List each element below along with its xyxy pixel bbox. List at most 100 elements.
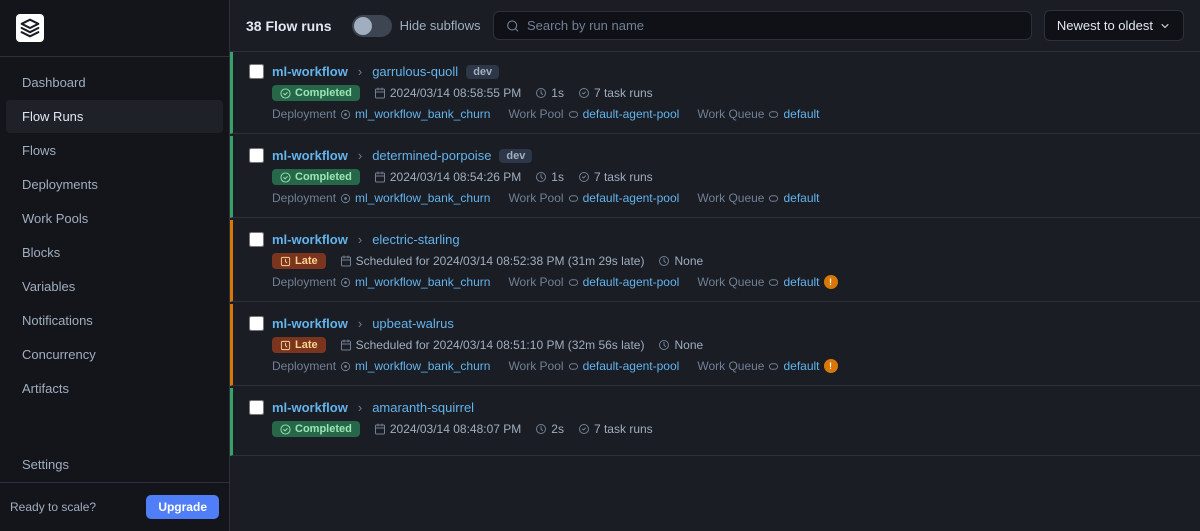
calendar-icon bbox=[340, 339, 352, 351]
search-box bbox=[493, 11, 1032, 40]
run-flow-name[interactable]: ml-workflow bbox=[272, 400, 348, 415]
search-input[interactable] bbox=[527, 18, 1019, 33]
pool-icon bbox=[568, 277, 579, 288]
pool-value[interactable]: default-agent-pool bbox=[583, 275, 680, 289]
queue-value[interactable]: default bbox=[783, 107, 819, 121]
queue-label: Work Queue bbox=[697, 359, 764, 373]
run-status-badge: Completed bbox=[272, 421, 360, 437]
sort-dropdown[interactable]: Newest to oldest bbox=[1044, 10, 1184, 41]
app-logo bbox=[16, 14, 44, 42]
run-item: ml-workflow›amaranth-squirrel Completed … bbox=[230, 388, 1200, 456]
sidebar-item-variables[interactable]: Variables bbox=[6, 270, 223, 303]
deployment-detail: Deployment ml_workflow_bank_churn bbox=[272, 107, 490, 121]
queue-label: Work Queue bbox=[697, 107, 764, 121]
run-item: ml-workflow›upbeat-walrus Late Scheduled… bbox=[230, 304, 1200, 386]
run-meta: Completed 2024/03/14 08:58:55 PM 1s 7 ta… bbox=[249, 85, 1184, 101]
queue-icon bbox=[768, 277, 779, 288]
sidebar-item-dashboard[interactable]: Dashboard bbox=[6, 66, 223, 99]
clock2-icon bbox=[658, 339, 670, 351]
sidebar-item-notifications[interactable]: Notifications bbox=[6, 304, 223, 337]
sidebar-item-blocks[interactable]: Blocks bbox=[6, 236, 223, 269]
run-checkbox[interactable] bbox=[249, 232, 264, 247]
run-duration: 2s bbox=[535, 422, 564, 436]
pool-detail: Work Pool default-agent-pool bbox=[508, 107, 679, 121]
deployment-value[interactable]: ml_workflow_bank_churn bbox=[355, 191, 490, 205]
queue-value[interactable]: default bbox=[783, 275, 819, 289]
top-bar: 38 Flow runs Hide subflows Newest to old… bbox=[230, 0, 1200, 52]
upgrade-button[interactable]: Upgrade bbox=[146, 495, 219, 519]
run-header: ml-workflow›determined-porpoisedev bbox=[249, 148, 1184, 163]
timer-icon bbox=[535, 423, 547, 435]
sort-label: Newest to oldest bbox=[1057, 18, 1153, 33]
deployment-icon bbox=[340, 193, 351, 204]
warning-icon: ! bbox=[824, 359, 838, 373]
queue-icon bbox=[768, 109, 779, 120]
queue-value[interactable]: default bbox=[783, 191, 819, 205]
main-content: 38 Flow runs Hide subflows Newest to old… bbox=[230, 0, 1200, 531]
run-task-count: 7 task runs bbox=[578, 170, 653, 184]
content-area: ml-workflow›garrulous-quolldev Completed… bbox=[230, 52, 1200, 531]
queue-detail: Work Queue default bbox=[697, 107, 819, 121]
queue-value[interactable]: default bbox=[783, 359, 819, 373]
queue-detail: Work Queue default ! bbox=[697, 275, 837, 289]
pool-label: Work Pool bbox=[508, 359, 563, 373]
sidebar-item-deployments[interactable]: Deployments bbox=[6, 168, 223, 201]
run-clock: None bbox=[658, 338, 703, 352]
run-name-chevron: › bbox=[358, 148, 362, 163]
pool-value[interactable]: default-agent-pool bbox=[583, 191, 680, 205]
run-checkbox[interactable] bbox=[249, 316, 264, 331]
pool-icon bbox=[568, 109, 579, 120]
run-name[interactable]: upbeat-walrus bbox=[372, 316, 454, 331]
run-name[interactable]: electric-starling bbox=[372, 232, 459, 247]
sidebar-item-flows[interactable]: Flows bbox=[6, 134, 223, 167]
queue-label: Work Queue bbox=[697, 191, 764, 205]
run-task-count: 7 task runs bbox=[578, 86, 653, 100]
run-header: ml-workflow›garrulous-quolldev bbox=[249, 64, 1184, 79]
deployment-value[interactable]: ml_workflow_bank_churn bbox=[355, 359, 490, 373]
search-icon bbox=[506, 19, 519, 33]
sidebar-item-concurrency[interactable]: Concurrency bbox=[6, 338, 223, 371]
run-flow-name[interactable]: ml-workflow bbox=[272, 64, 348, 79]
warning-icon: ! bbox=[824, 275, 838, 289]
sidebar-item-flow-runs[interactable]: Flow Runs bbox=[6, 100, 223, 133]
hide-subflows-toggle[interactable] bbox=[352, 15, 392, 37]
deployment-label: Deployment bbox=[272, 359, 336, 373]
chevron-down-icon bbox=[1159, 20, 1171, 32]
sidebar-item-settings[interactable]: Settings bbox=[6, 448, 223, 481]
run-details: Deployment ml_workflow_bank_churn Work P… bbox=[249, 107, 1184, 121]
deployment-label: Deployment bbox=[272, 191, 336, 205]
run-checkbox[interactable] bbox=[249, 148, 264, 163]
run-date: Scheduled for 2024/03/14 08:51:10 PM (32… bbox=[340, 338, 645, 352]
run-checkbox[interactable] bbox=[249, 400, 264, 415]
run-flow-name[interactable]: ml-workflow bbox=[272, 148, 348, 163]
run-meta: Late Scheduled for 2024/03/14 08:51:10 P… bbox=[249, 337, 1184, 353]
run-name[interactable]: garrulous-quoll bbox=[372, 64, 458, 79]
deployment-value[interactable]: ml_workflow_bank_churn bbox=[355, 107, 490, 121]
run-task-count: 7 task runs bbox=[578, 422, 653, 436]
pool-label: Work Pool bbox=[508, 191, 563, 205]
run-duration: 1s bbox=[535, 170, 564, 184]
pool-detail: Work Pool default-agent-pool bbox=[508, 191, 679, 205]
run-item: ml-workflow›determined-porpoisedev Compl… bbox=[230, 136, 1200, 218]
run-name[interactable]: amaranth-squirrel bbox=[372, 400, 474, 415]
run-flow-name[interactable]: ml-workflow bbox=[272, 316, 348, 331]
pool-label: Work Pool bbox=[508, 107, 563, 121]
check-icon bbox=[280, 88, 291, 99]
deployment-icon bbox=[340, 109, 351, 120]
tasks-icon bbox=[578, 423, 590, 435]
pool-detail: Work Pool default-agent-pool bbox=[508, 275, 679, 289]
run-flow-name[interactable]: ml-workflow bbox=[272, 232, 348, 247]
calendar-icon bbox=[374, 423, 386, 435]
run-name[interactable]: determined-porpoise bbox=[372, 148, 491, 163]
deployment-value[interactable]: ml_workflow_bank_churn bbox=[355, 275, 490, 289]
pool-value[interactable]: default-agent-pool bbox=[583, 107, 680, 121]
run-checkbox[interactable] bbox=[249, 64, 264, 79]
pool-icon bbox=[568, 193, 579, 204]
queue-icon bbox=[768, 361, 779, 372]
sidebar-item-artifacts[interactable]: Artifacts bbox=[6, 372, 223, 405]
pool-value[interactable]: default-agent-pool bbox=[583, 359, 680, 373]
run-count: 38 Flow runs bbox=[246, 18, 332, 34]
sidebar-item-work-pools[interactable]: Work Pools bbox=[6, 202, 223, 235]
run-duration: 1s bbox=[535, 86, 564, 100]
deployment-detail: Deployment ml_workflow_bank_churn bbox=[272, 359, 490, 373]
